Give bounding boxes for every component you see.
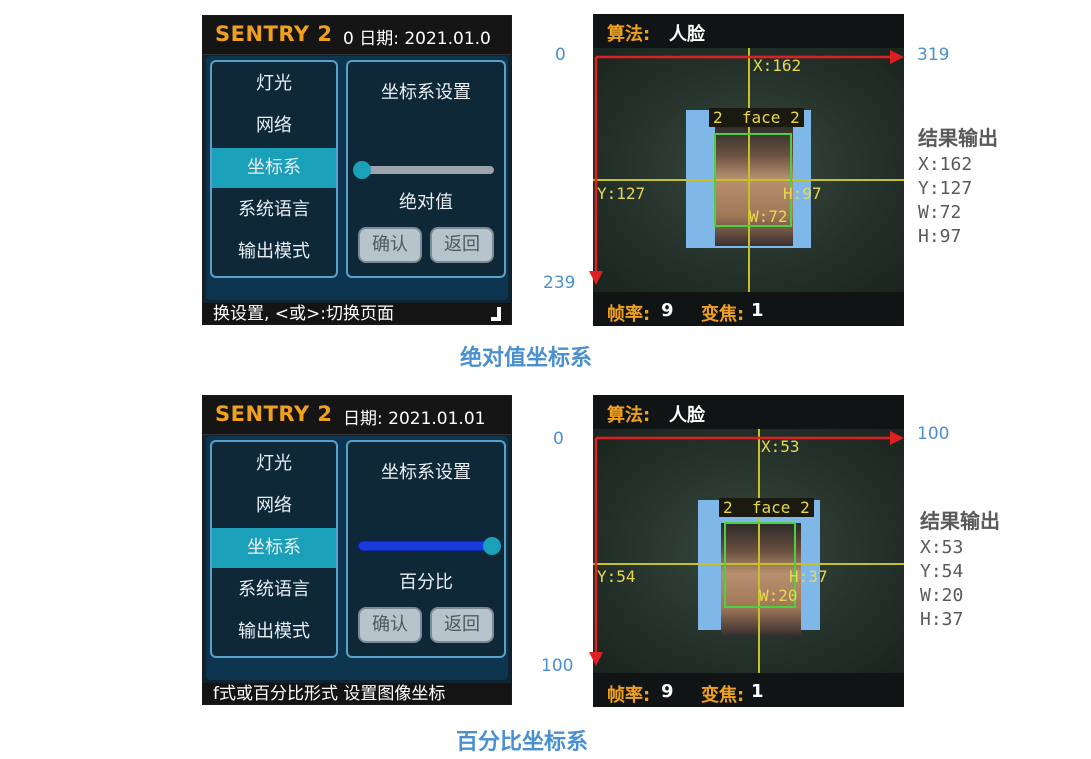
result-y: Y:54 <box>920 561 964 582</box>
zoom-label: 变焦: <box>701 685 745 706</box>
result-values: X:53 Y:54 W:20 H:37 <box>920 536 963 632</box>
settings-box: 坐标系设置 绝对值 确认 返回 <box>346 60 506 278</box>
x-axis-arrowhead <box>890 50 904 64</box>
footer-hint: 换设置, <或>:切换页面 <box>203 303 511 324</box>
device-body: 灯光 网络 坐标系 系统语言 输出模式 坐标系设置 绝对值 确认 返回 <box>206 56 508 300</box>
camera-top-bar: 算法: 人脸 <box>593 14 904 48</box>
axis-y-max: 239 <box>543 273 576 293</box>
fps-value: 9 <box>661 681 674 702</box>
footer-hint: f式或百分比形式 设置图像坐标 <box>203 683 511 704</box>
axis-arrows-absolute <box>589 50 904 285</box>
axis-x-max: 319 <box>917 45 950 65</box>
back-button[interactable]: 返回 <box>430 227 494 263</box>
x-axis-arrowhead <box>890 431 904 445</box>
axis-x-max: 100 <box>917 424 950 444</box>
fps-value: 9 <box>661 300 674 321</box>
result-y: Y:127 <box>918 178 973 199</box>
menu-item-output-mode[interactable]: 输出模式 <box>212 232 336 272</box>
axis-origin: 0 <box>553 429 564 449</box>
camera-bottom-bar: 帧率: 9 变焦: 1 <box>593 673 904 707</box>
confirm-button[interactable]: 确认 <box>358 607 422 643</box>
device-body: 灯光 网络 坐标系 系统语言 输出模式 坐标系设置 百分比 确认 返回 <box>206 436 508 680</box>
mode-label: 百分比 <box>399 572 453 593</box>
axis-origin: 0 <box>555 45 566 65</box>
menu-item-light[interactable]: 灯光 <box>212 444 336 484</box>
menu-item-language[interactable]: 系统语言 <box>212 570 336 610</box>
date-text: 0 日期: 2021.01.0 <box>343 29 491 49</box>
settings-title: 坐标系设置 <box>381 82 471 103</box>
device-header: SENTRY 2 0 日期: 2021.01.0 <box>203 16 511 55</box>
camera-bottom-bar: 帧率: 9 变焦: 1 <box>593 292 904 326</box>
result-title: 结果输出 <box>918 126 998 150</box>
mode-slider[interactable] <box>352 536 502 556</box>
fps-label: 帧率: <box>607 685 651 706</box>
fps-label: 帧率: <box>607 304 651 325</box>
axis-arrows-percent <box>589 431 904 666</box>
menu-item-light[interactable]: 灯光 <box>212 64 336 104</box>
menu-item-coordinate[interactable]: 坐标系 <box>212 148 336 188</box>
result-x: X:162 <box>918 154 973 175</box>
slider-thumb[interactable] <box>483 537 501 555</box>
result-h: H:97 <box>918 226 962 247</box>
confirm-button[interactable]: 确认 <box>358 227 422 263</box>
date-text: 日期: 2021.01.01 <box>343 409 486 429</box>
result-x: X:53 <box>920 537 964 558</box>
algo-label: 算法: <box>607 24 651 45</box>
y-axis-arrowhead <box>589 271 603 285</box>
brand-logo: SENTRY 2 <box>215 402 333 426</box>
zoom-value: 1 <box>751 681 764 702</box>
camera-top-bar: 算法: 人脸 <box>593 395 904 429</box>
menu-list: 灯光 网络 坐标系 系统语言 输出模式 <box>210 60 338 278</box>
result-h: H:37 <box>920 609 964 630</box>
mode-slider[interactable] <box>352 160 502 180</box>
caption-absolute: 绝对值坐标系 <box>460 346 593 371</box>
device-screen-absolute: SENTRY 2 0 日期: 2021.01.0 灯光 网络 坐标系 系统语言 … <box>202 15 512 325</box>
algo-value: 人脸 <box>669 24 705 45</box>
slider-thumb[interactable] <box>353 161 371 179</box>
result-title: 结果输出 <box>920 509 1000 533</box>
back-button[interactable]: 返回 <box>430 607 494 643</box>
settings-title: 坐标系设置 <box>381 462 471 483</box>
menu-item-language[interactable]: 系统语言 <box>212 190 336 230</box>
result-w: W:20 <box>920 585 964 606</box>
axis-y-max: 100 <box>541 656 574 676</box>
footer-text: f式或百分比形式 设置图像坐标 <box>213 684 446 704</box>
menu-item-output-mode[interactable]: 输出模式 <box>212 612 336 652</box>
mode-label: 绝对值 <box>399 192 453 213</box>
footer-corner-icon <box>491 307 501 321</box>
device-screen-percent: SENTRY 2 日期: 2021.01.01 灯光 网络 坐标系 系统语言 输… <box>202 395 512 705</box>
menu-item-network[interactable]: 网络 <box>212 106 336 146</box>
menu-item-network[interactable]: 网络 <box>212 486 336 526</box>
result-values: X:162 Y:127 W:72 H:97 <box>918 153 972 249</box>
algo-value: 人脸 <box>669 405 705 426</box>
zoom-label: 变焦: <box>701 304 745 325</box>
y-axis-arrowhead <box>589 652 603 666</box>
settings-box: 坐标系设置 百分比 确认 返回 <box>346 440 506 658</box>
brand-logo: SENTRY 2 <box>215 22 333 46</box>
footer-text: 换设置, <或>:切换页面 <box>213 304 395 324</box>
caption-percent: 百分比坐标系 <box>456 730 589 755</box>
device-header: SENTRY 2 日期: 2021.01.01 <box>203 396 511 435</box>
zoom-value: 1 <box>751 300 764 321</box>
result-w: W:72 <box>918 202 962 223</box>
menu-item-coordinate[interactable]: 坐标系 <box>212 528 336 568</box>
algo-label: 算法: <box>607 405 651 426</box>
menu-list: 灯光 网络 坐标系 系统语言 输出模式 <box>210 440 338 658</box>
